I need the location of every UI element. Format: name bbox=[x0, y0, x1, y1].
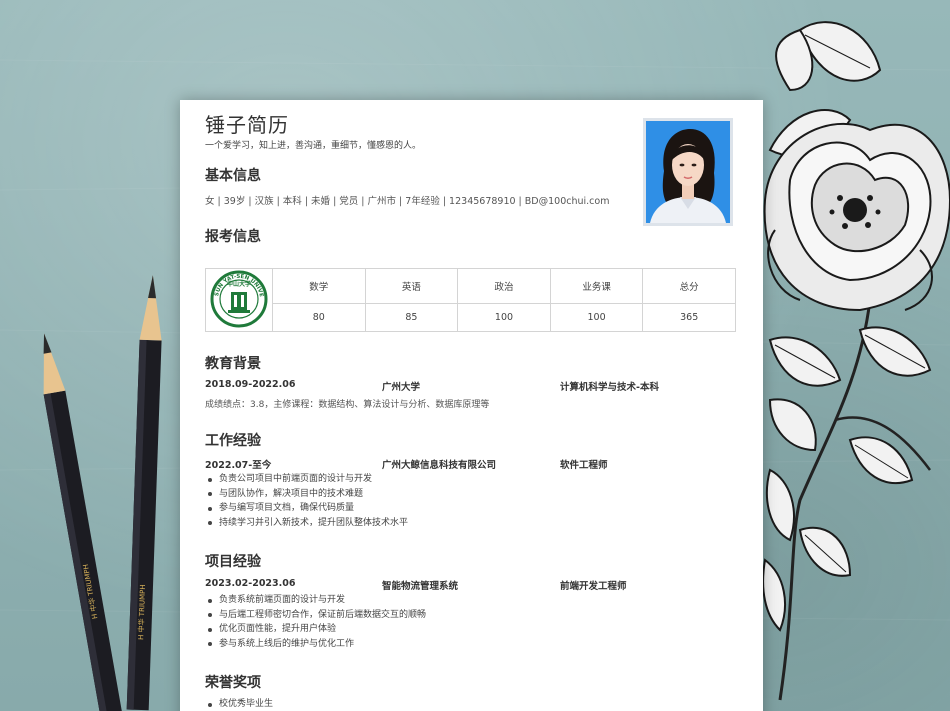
section-title-exam: 报考信息 bbox=[205, 229, 261, 245]
exam-value-total: 365 bbox=[642, 302, 736, 333]
resume-slogan: 一个爱学习，知上进，善沟通，重细节，懂感恩的人。 bbox=[205, 141, 422, 151]
list-item: 校优秀毕业生 bbox=[205, 697, 273, 711]
logo-top-text: 中山大学 bbox=[227, 280, 251, 288]
exam-header-politics: 政治 bbox=[457, 268, 551, 304]
list-item: 与后端工程师密切合作，保证前后端数据交互的顺畅 bbox=[205, 608, 426, 623]
exam-header-major: 业务课 bbox=[549, 268, 644, 304]
list-item: 优化页面性能，提升用户体验 bbox=[205, 622, 426, 637]
project-bullet-list: 负责系统前端页面的设计与开发 与后端工程师密切合作，保证前后端数据交互的顺畅 优… bbox=[205, 593, 426, 651]
section-title-honors: 荣誉奖项 bbox=[205, 675, 261, 691]
education-school: 广州大学 bbox=[382, 382, 421, 393]
university-logo-cell: SUN YAT-SEN UNIVERSITY 中山大学 bbox=[205, 266, 273, 332]
work-period: 2022.07-至今 bbox=[205, 460, 272, 471]
section-title-education: 教育背景 bbox=[205, 356, 261, 372]
exam-value-math: 80 bbox=[272, 302, 366, 333]
education-period: 2018.09-2022.06 bbox=[205, 379, 296, 390]
profile-photo bbox=[643, 118, 733, 226]
list-item: 负责公司项目中前端页面的设计与开发 bbox=[205, 472, 408, 487]
project-role: 前端开发工程师 bbox=[560, 581, 627, 592]
project-row: 2023.02-2023.06 智能物流管理系统 前端开发工程师 bbox=[205, 578, 627, 592]
basic-info-line: 女 | 39岁 | 汉族 | 本科 | 未婚 | 党员 | 广州市 | 7年经验… bbox=[205, 196, 610, 207]
resume-paper: 锤子简历 一个爱学习，知上进，善沟通，重细节，懂感恩的人。 基本信息 女 | 3… bbox=[180, 100, 763, 711]
list-item: 参与编写项目文档，确保代码质量 bbox=[205, 501, 408, 516]
exam-value-major: 100 bbox=[549, 302, 644, 333]
table-row: SUN YAT-SEN UNIVERSITY 中山大学 数学 英语 政治 业务课… bbox=[205, 266, 736, 332]
work-bullet-list: 负责公司项目中前端页面的设计与开发 与团队协作，解决项目中的技术难题 参与编写项… bbox=[205, 472, 408, 530]
pencil-left: H 中华 TRIUMPH bbox=[43, 333, 123, 711]
exam-value-english: 85 bbox=[364, 302, 459, 333]
education-detail: 成绩绩点：3.8，主修课程：数据结构、算法设计与分析、数据库原理等 bbox=[205, 400, 490, 410]
table-row: 80 85 100 100 365 bbox=[206, 302, 736, 333]
work-row: 2022.07-至今 广州大鲸信息科技有限公司 软件工程师 bbox=[205, 457, 608, 471]
pencil-right: H 中华 TRIUMPH bbox=[126, 275, 162, 711]
project-period: 2023.02-2023.06 bbox=[205, 578, 296, 589]
education-row: 2018.09-2022.06 广州大学 计算机科学与技术-本科 bbox=[205, 379, 659, 393]
project-name: 智能物流管理系统 bbox=[382, 581, 459, 592]
section-title-work: 工作经验 bbox=[205, 433, 261, 449]
list-item: 参与系统上线后的维护与优化工作 bbox=[205, 637, 426, 652]
list-item: 负责系统前端页面的设计与开发 bbox=[205, 593, 426, 608]
section-title-project: 项目经验 bbox=[205, 554, 261, 570]
work-role: 软件工程师 bbox=[560, 460, 608, 471]
education-major: 计算机科学与技术-本科 bbox=[560, 382, 659, 393]
section-title-basic: 基本信息 bbox=[205, 168, 261, 184]
list-item: 持续学习并引入新技术，提升团队整体技术水平 bbox=[205, 516, 408, 531]
exam-header-math: 数学 bbox=[272, 268, 366, 304]
exam-value-politics: 100 bbox=[457, 302, 551, 333]
flower-illustration bbox=[762, 21, 950, 701]
exam-header-total: 总分 bbox=[642, 268, 736, 304]
exam-header-english: 英语 bbox=[364, 268, 459, 304]
resume-name: 锤子简历 bbox=[205, 113, 289, 137]
honors-bullet-list: 校优秀毕业生 bbox=[205, 697, 273, 711]
work-company: 广州大鲸信息科技有限公司 bbox=[382, 460, 497, 471]
list-item: 与团队协作，解决项目中的技术难题 bbox=[205, 487, 408, 502]
exam-score-table: SUN YAT-SEN UNIVERSITY 中山大学 数学 英语 政治 业务课… bbox=[205, 266, 736, 333]
university-logo-icon: SUN YAT-SEN UNIVERSITY 中山大学 bbox=[207, 266, 268, 327]
